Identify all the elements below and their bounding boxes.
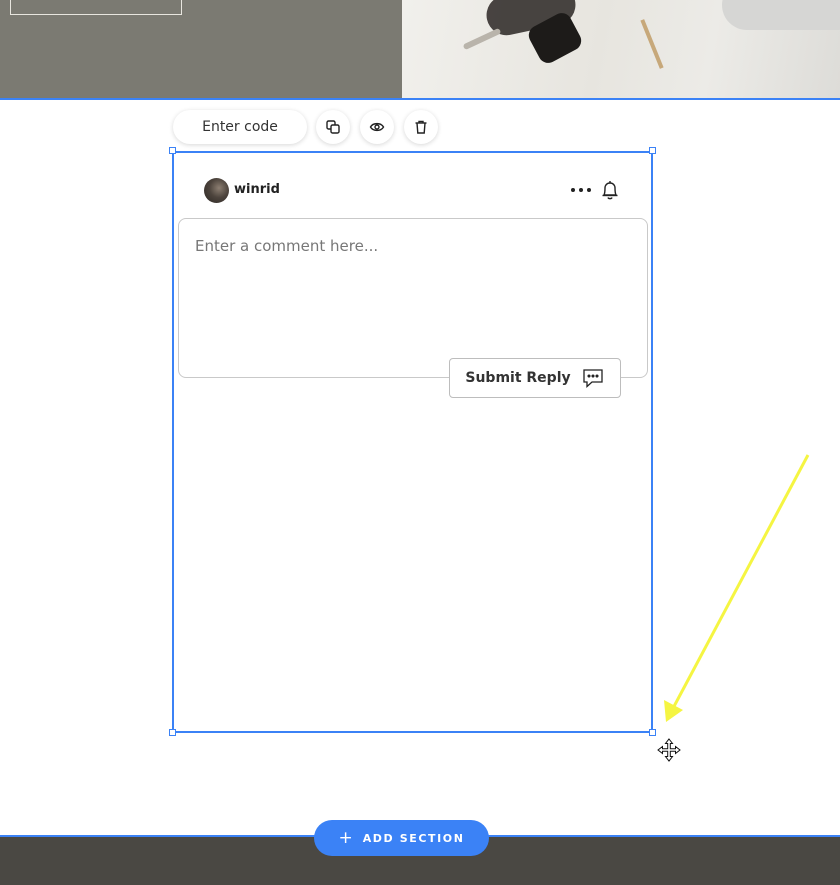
submit-reply-label: Submit Reply xyxy=(465,370,571,386)
preview-button[interactable] xyxy=(360,110,394,144)
hero-image xyxy=(402,0,840,98)
section-boundary-top xyxy=(0,98,840,100)
trash-icon xyxy=(415,120,427,134)
add-section-button[interactable]: + ADD SECTION xyxy=(314,820,489,856)
resize-handle-top-right[interactable] xyxy=(649,147,656,154)
resize-handle-bottom-left[interactable] xyxy=(169,729,176,736)
eye-icon xyxy=(369,122,385,132)
hero-left-panel xyxy=(0,0,402,98)
comment-placeholder: Enter a comment here... xyxy=(195,237,379,255)
add-section-label: ADD SECTION xyxy=(362,831,465,845)
plus-icon: + xyxy=(338,828,353,848)
move-cursor-icon xyxy=(657,738,681,762)
hero-outline-button[interactable] xyxy=(10,0,182,15)
chat-bubble-icon xyxy=(582,369,603,388)
username[interactable]: winrid xyxy=(234,182,280,197)
duplicate-button[interactable] xyxy=(316,110,350,144)
comment-input[interactable]: Enter a comment here... xyxy=(178,218,648,378)
avatar[interactable] xyxy=(204,178,229,203)
duplicate-icon xyxy=(326,120,340,134)
delete-button[interactable] xyxy=(404,110,438,144)
submit-reply-button[interactable]: Submit Reply xyxy=(449,358,621,398)
more-icon[interactable] xyxy=(569,183,593,197)
enter-code-button[interactable]: Enter code xyxy=(173,110,307,144)
bell-icon[interactable] xyxy=(598,178,622,202)
enter-code-label: Enter code xyxy=(202,119,278,135)
resize-handle-bottom-right[interactable] xyxy=(649,729,656,736)
resize-handle-top-left[interactable] xyxy=(169,147,176,154)
